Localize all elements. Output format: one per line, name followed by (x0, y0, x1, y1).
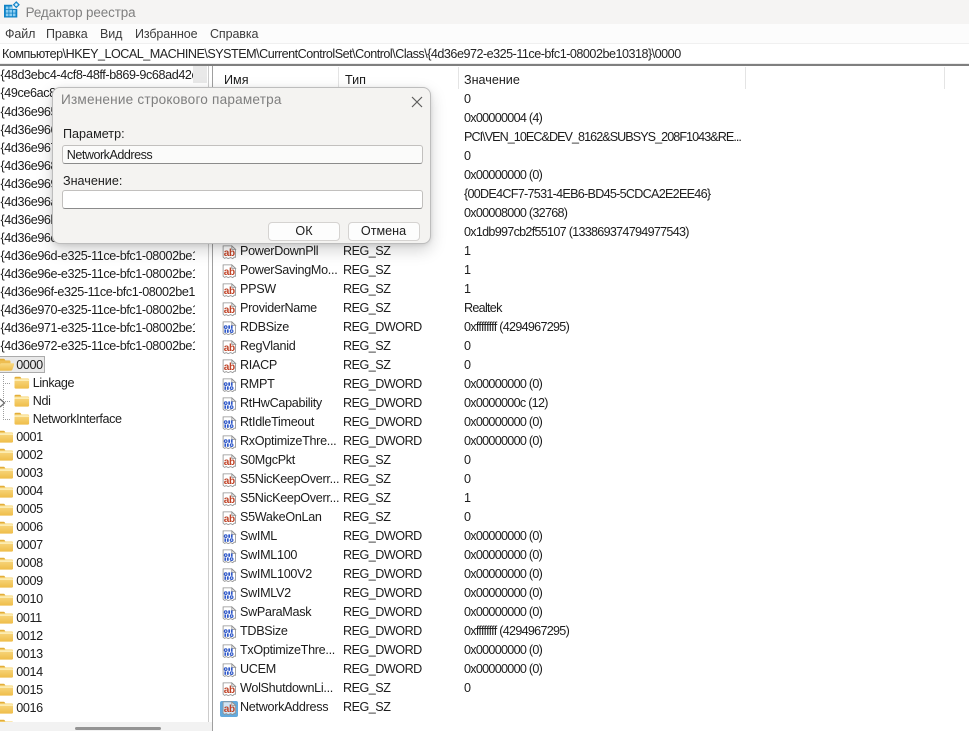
svg-text:ab: ab (223, 343, 234, 354)
svg-text:ab: ab (223, 267, 234, 278)
svg-text:ab: ab (223, 248, 234, 259)
svg-text:ab: ab (223, 514, 234, 525)
svg-text:ab: ab (223, 685, 234, 696)
svg-text:ab: ab (223, 476, 234, 487)
svg-text:ab: ab (223, 305, 234, 316)
svg-text:ab: ab (223, 286, 234, 297)
svg-text:ab: ab (223, 495, 234, 506)
svg-text:ab: ab (223, 457, 234, 468)
svg-text:ab: ab (223, 362, 234, 373)
svg-text:ab: ab (223, 704, 234, 715)
